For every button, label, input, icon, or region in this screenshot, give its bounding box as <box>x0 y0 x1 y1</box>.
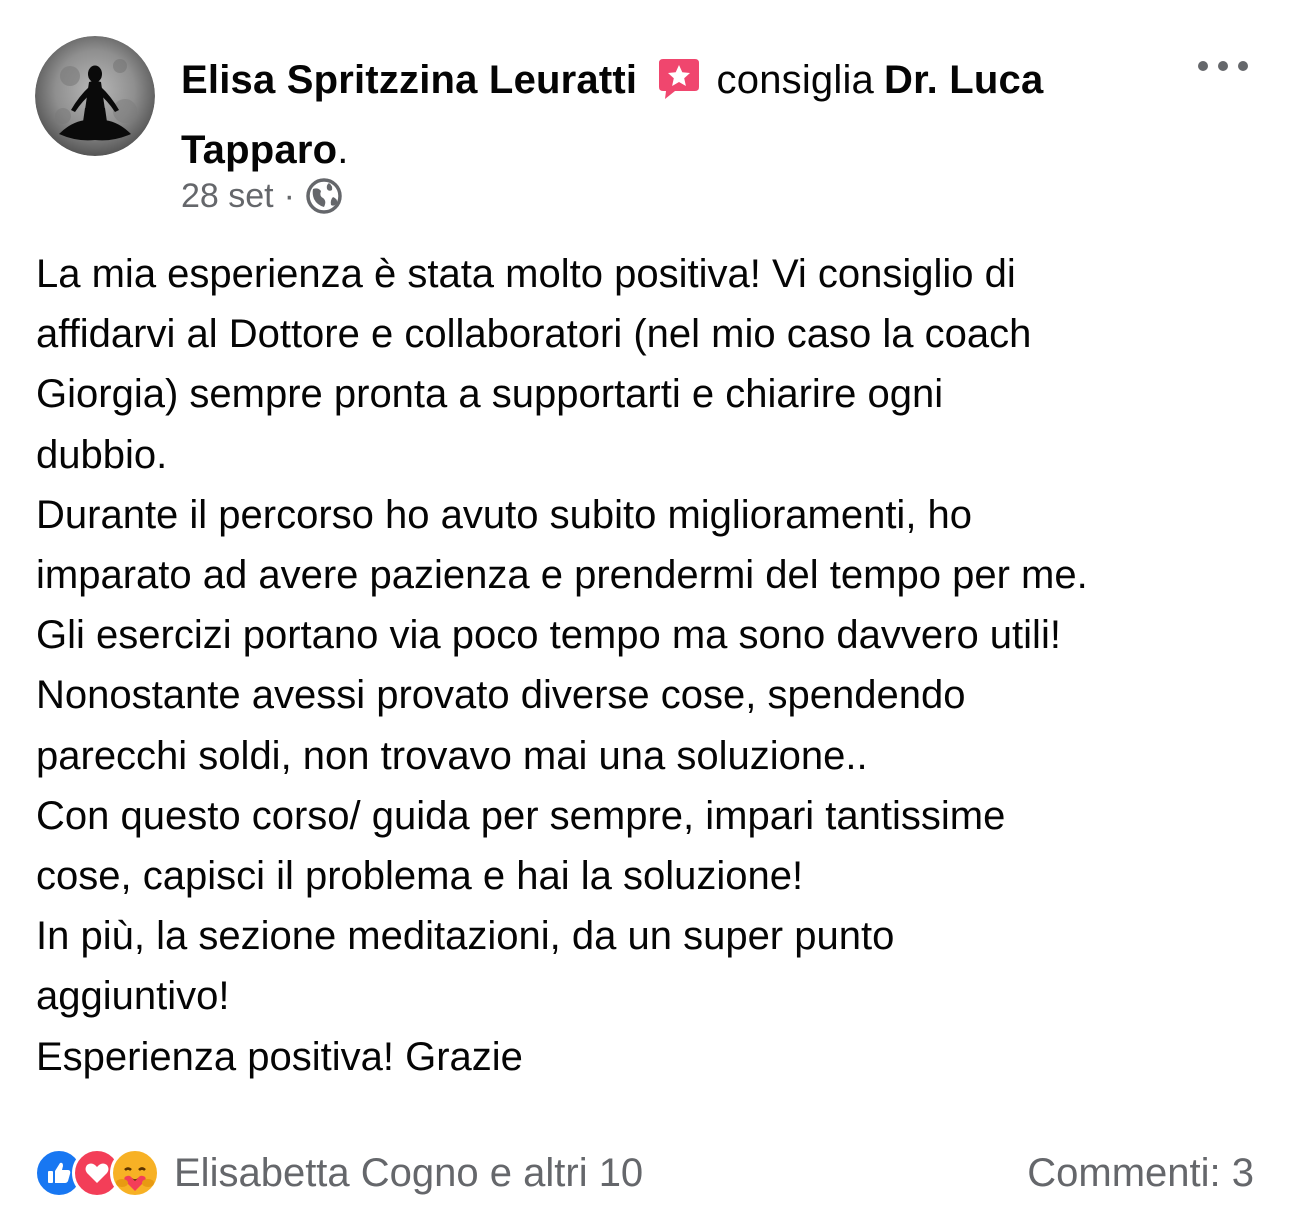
header-period: . <box>337 128 349 172</box>
meta-separator: · <box>283 176 295 215</box>
more-options-icon[interactable] <box>1195 54 1251 78</box>
post-text-line: Durante il percorso ho avuto subito migl… <box>36 492 973 537</box>
post-text-line: In più, la sezione meditazioni, da un su… <box>36 914 895 959</box>
post-text-line: Esperienza positiva! Grazie <box>36 1034 523 1079</box>
post-text-line: cose, capisci il problema e hai la soluz… <box>36 854 804 899</box>
post-body: La mia esperienza è stata molto positiva… <box>36 244 1266 1087</box>
action-verb: consiglia <box>716 58 874 102</box>
reaction-summary[interactable]: Elisabetta Cogno e altri 10 <box>174 1151 643 1196</box>
post-header: Elisa Spritzzina Leuratti consiglia Dr. L… <box>181 50 1161 180</box>
care-reaction-icon <box>110 1148 160 1198</box>
post-text-line: imparato ad avere pazienza e prendermi d… <box>36 553 1088 598</box>
post-text-line: aggiuntivo! <box>36 974 230 1019</box>
top-fan-star-badge-icon <box>655 55 703 120</box>
post-footer: Elisabetta Cogno e altri 10 Commenti: 3 <box>34 1145 1254 1201</box>
post-text-line: affidarvi al Dottore e collaboratori (ne… <box>36 312 1032 357</box>
avatar[interactable] <box>35 36 155 156</box>
post-text-line: Giorgia) sempre pronta a supportarti e c… <box>36 372 944 417</box>
post-text-line: Nonostante avessi provato diverse cose, … <box>36 673 966 718</box>
reaction-icons[interactable] <box>34 1148 160 1198</box>
post-text-line: parecchi soldi, non trovavo mai una solu… <box>36 733 868 778</box>
post-text-line: La mia esperienza è stata molto positiva… <box>36 252 1016 296</box>
post-meta: 28 set · <box>181 172 343 220</box>
globe-icon[interactable] <box>305 177 343 215</box>
post-text-line: Con questo corso/ guida per sempre, impa… <box>36 793 1006 838</box>
author-name[interactable]: Elisa Spritzzina Leuratti <box>181 58 637 102</box>
post-text-line: dubbio. <box>36 432 168 477</box>
post-text-line: Gli esercizi portano via poco tempo ma s… <box>36 613 1061 658</box>
post-date[interactable]: 28 set <box>181 177 274 216</box>
comments-count[interactable]: Commenti: 3 <box>1027 1151 1254 1196</box>
meditation-silhouette-avatar-image <box>35 36 155 156</box>
